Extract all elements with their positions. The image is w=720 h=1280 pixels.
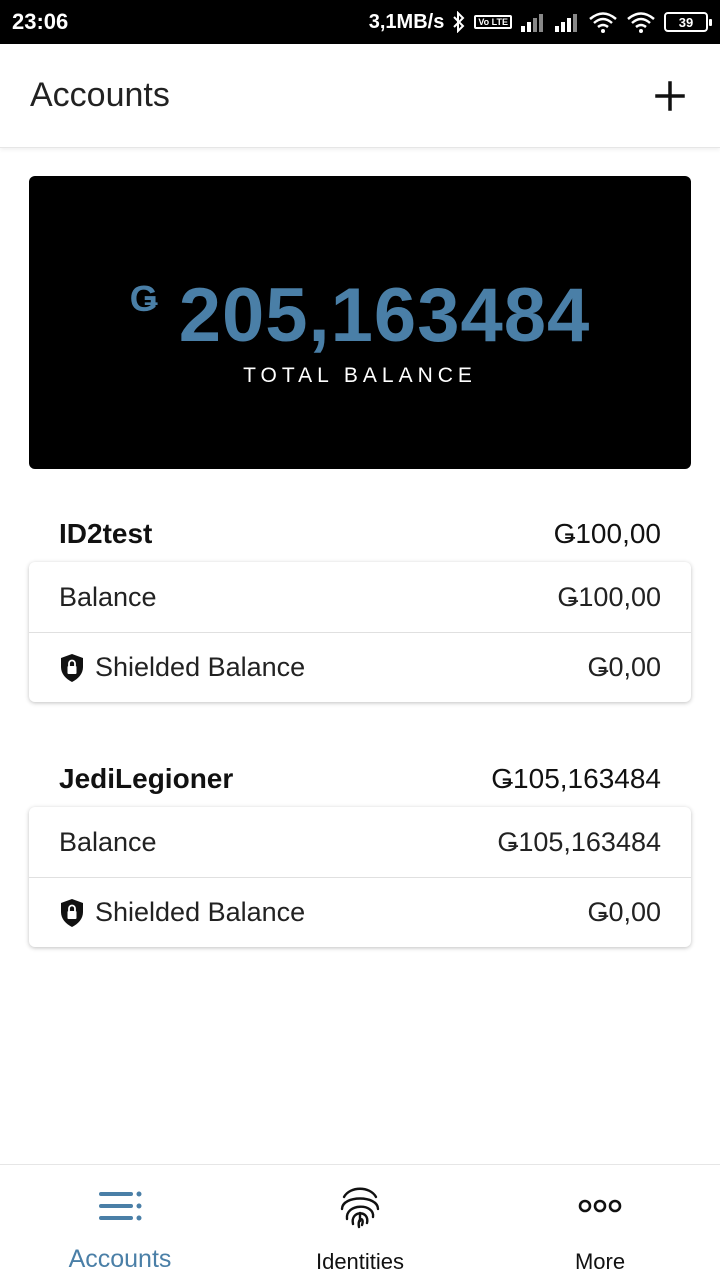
- nav-more[interactable]: More: [480, 1165, 720, 1280]
- account-card[interactable]: Balance Ǥ100,00 Shielded Balance Ǥ0,00: [29, 562, 691, 702]
- nav-label: Accounts: [68, 1245, 172, 1273]
- account-header[interactable]: ID2test Ǥ100,00: [29, 506, 691, 562]
- account-section: JediLegioner Ǥ105,163484 Balance Ǥ105,16…: [29, 751, 691, 947]
- signal-icon-2: [554, 12, 580, 32]
- total-balance-card: Ǥ 205,163484 TOTAL BALANCE: [29, 176, 691, 469]
- bluetooth-icon: [452, 11, 466, 33]
- status-bar: 23:06 3,1MB/s Vo LTE 39: [0, 0, 720, 44]
- nav-label: Identities: [315, 1249, 405, 1274]
- balance-value: Ǥ100,00: [557, 581, 661, 612]
- nav-label: More: [574, 1249, 626, 1274]
- balance-label: Balance: [59, 826, 157, 857]
- account-name: ID2test: [59, 518, 153, 549]
- balance-row[interactable]: Balance Ǥ100,00: [29, 562, 691, 632]
- volte-icon: Vo LTE: [474, 15, 512, 29]
- shielded-balance-value: Ǥ0,00: [587, 652, 661, 682]
- fingerprint-icon: [338, 1183, 382, 1229]
- bottom-navigation: Accounts Identities More: [0, 1164, 720, 1280]
- accounts-list-icon: [97, 1183, 143, 1229]
- account-header[interactable]: JediLegioner Ǥ105,163484: [29, 751, 691, 807]
- signal-icon: [520, 12, 546, 32]
- wifi-icon: [588, 11, 618, 33]
- network-speed: 3,1MB/s: [368, 10, 445, 33]
- balance-value: Ǥ105,163484: [497, 826, 661, 857]
- page-title: Accounts: [30, 76, 170, 114]
- more-dots-icon: [578, 1183, 622, 1229]
- nav-accounts[interactable]: Accounts: [0, 1165, 240, 1280]
- account-total: Ǥ100,00: [553, 518, 661, 549]
- nav-identities[interactable]: Identities: [240, 1165, 480, 1280]
- battery-level: 39: [678, 14, 694, 30]
- total-balance-amount: Ǥ 205,163484: [29, 272, 691, 359]
- shielded-balance-label: Shielded Balance: [95, 897, 306, 927]
- account-card[interactable]: Balance Ǥ105,163484 Shielded Balance Ǥ0,…: [29, 807, 691, 947]
- wifi-icon-2: [626, 11, 656, 33]
- shielded-balance-value: Ǥ0,00: [587, 897, 661, 927]
- app-bar: Accounts: [0, 44, 720, 148]
- shielded-balance-row[interactable]: Shielded Balance Ǥ0,00: [29, 877, 691, 947]
- shielded-balance-label: Shielded Balance: [95, 652, 306, 682]
- balance-row[interactable]: Balance Ǥ105,163484: [29, 807, 691, 877]
- add-account-button[interactable]: [650, 76, 690, 116]
- balance-label: Balance: [59, 581, 157, 612]
- total-balance-label: TOTAL BALANCE: [243, 364, 477, 387]
- total-balance-value: 205,163484: [178, 273, 591, 358]
- battery-icon: 39: [664, 12, 712, 32]
- account-total: Ǥ105,163484: [491, 763, 661, 794]
- account-section: ID2test Ǥ100,00 Balance Ǥ100,00 Shielded…: [29, 506, 691, 702]
- shielded-balance-row[interactable]: Shielded Balance Ǥ0,00: [29, 632, 691, 702]
- account-name: JediLegioner: [59, 763, 234, 794]
- currency-symbol: Ǥ: [129, 278, 159, 319]
- status-time: 23:06: [12, 9, 69, 34]
- plus-icon: [655, 80, 685, 111]
- shield-lock-icon: [59, 653, 85, 683]
- status-icons: 3,1MB/s Vo LTE 39: [368, 10, 712, 34]
- shield-lock-icon: [59, 898, 85, 928]
